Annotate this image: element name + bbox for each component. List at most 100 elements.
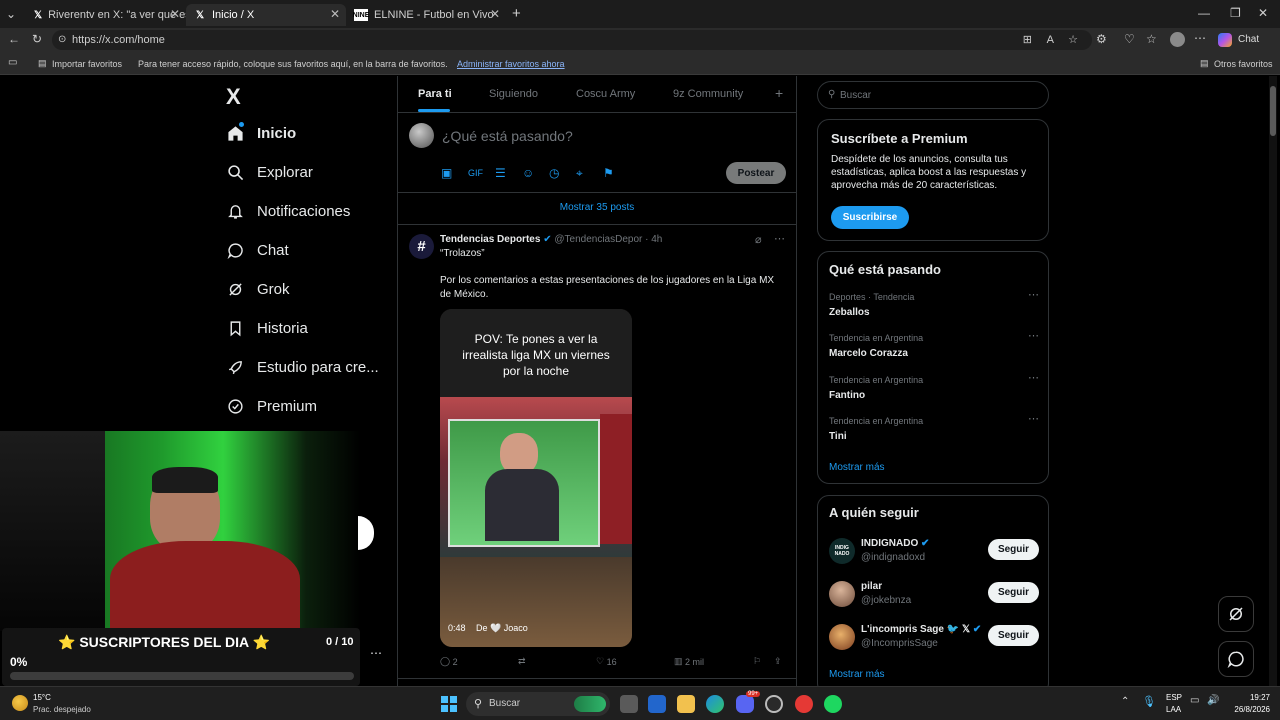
x-logo[interactable]: X [226, 84, 241, 110]
tweet-time[interactable]: · 4h [645, 234, 662, 245]
sidebar-item-explorar[interactable]: Explorar [226, 157, 313, 187]
more-icon[interactable]: ⋯ [1028, 288, 1039, 301]
discord-icon[interactable] [736, 695, 754, 713]
tab-actions-icon[interactable]: ⌄ [6, 7, 16, 21]
emoji-icon[interactable]: ☺ [522, 166, 536, 180]
tab-riverentv[interactable]: 𝕏 Riverentv en X: "a ver que es de la ✕ [26, 4, 186, 26]
refresh-icon[interactable]: ↻ [32, 32, 42, 46]
apps-icon[interactable]: ⊞ [1023, 30, 1032, 50]
window-close-icon[interactable]: ✕ [1258, 6, 1268, 20]
tweet-author-handle[interactable]: @TendenciasDepor [554, 234, 642, 245]
close-icon[interactable]: ✕ [490, 7, 500, 21]
trend-item[interactable]: Tendencia en Argentina Tini ⋯ [829, 413, 1039, 442]
chevron-up-icon[interactable]: ⌃ [1121, 696, 1129, 707]
read-aloud-icon[interactable]: A [1047, 30, 1054, 50]
add-tab-icon[interactable]: + [775, 85, 783, 101]
minimize-icon[interactable]: — [1198, 6, 1210, 20]
more-icon[interactable]: ⋯ [370, 646, 382, 660]
bookmark-icon[interactable]: ⚐ [753, 656, 761, 667]
weather-temp[interactable]: 15°C [33, 693, 51, 702]
microphone-icon[interactable]: 🎙 [1142, 695, 1156, 708]
follow-avatar[interactable]: INDIG NADO [829, 538, 855, 564]
repost-button[interactable]: ⇄ [518, 656, 526, 667]
follow-name[interactable]: L'incompris Sage 🐦 𝕏 ✔ [861, 624, 981, 635]
sidebar-item-chat[interactable]: Chat [226, 235, 289, 265]
show-more-posts[interactable]: Mostrar 35 posts [398, 202, 796, 213]
trend-item[interactable]: Tendencia en Argentina Marcelo Corazza ⋯ [829, 330, 1039, 359]
outlook-icon[interactable] [648, 695, 666, 713]
tab-elnine[interactable]: NINE ELNINE - Futbol en Vivo ✕ [346, 4, 506, 26]
share-icon[interactable]: ⇪ [774, 656, 782, 667]
follow-name[interactable]: INDIGNADO ✔ [861, 538, 929, 549]
grok-float-button[interactable] [1218, 596, 1254, 632]
edge-icon[interactable] [706, 695, 724, 713]
like-button[interactable]: ♡ 16 [596, 656, 617, 667]
follow-button[interactable]: Seguir [988, 582, 1039, 603]
sidebar-icon[interactable]: ▭ [8, 57, 17, 68]
follow-name[interactable]: pilar [861, 581, 882, 592]
more-icon[interactable]: ⋯ [1194, 31, 1206, 45]
follow-avatar[interactable] [829, 624, 855, 650]
user-avatar[interactable] [409, 123, 434, 148]
shield-icon[interactable]: ♡ [1124, 32, 1135, 46]
weather-icon[interactable] [12, 695, 28, 711]
tab-para-ti[interactable]: Para ti [418, 88, 452, 100]
more-icon[interactable]: ⋯ [1028, 412, 1039, 425]
follow-show-more[interactable]: Mostrar más [829, 669, 885, 680]
follow-button[interactable]: Seguir [988, 625, 1039, 646]
trends-show-more[interactable]: Mostrar más [829, 462, 885, 473]
follow-button[interactable]: Seguir [988, 539, 1039, 560]
subscribe-button[interactable]: Suscribirse [831, 206, 909, 229]
tab-9z-community[interactable]: 9z Community [673, 88, 743, 100]
manage-favorites-link[interactable]: Administrar favoritos ahora [457, 59, 565, 69]
import-favorites[interactable]: Importar favoritos [52, 59, 122, 69]
weather-desc[interactable]: Prac. despejado [33, 705, 91, 714]
poll-icon[interactable]: ☰ [495, 166, 509, 180]
composer-input[interactable]: ¿Qué está pasando? [442, 128, 573, 144]
post-button[interactable]: Postear [726, 162, 786, 184]
follow-avatar[interactable] [829, 581, 855, 607]
task-view-icon[interactable] [620, 695, 638, 713]
language-primary[interactable]: ESP [1166, 693, 1182, 702]
back-icon[interactable]: ← [8, 32, 20, 46]
tab-coscu-army[interactable]: Coscu Army [576, 88, 635, 100]
sidebar-item-notificaciones[interactable]: Notificaciones [226, 196, 350, 226]
url-field[interactable]: ⊙ https://x.com/home ⊞ A ☆ [52, 30, 1092, 50]
flag-icon[interactable]: ⚑ [603, 166, 617, 180]
grok-icon[interactable]: ⌀ [755, 233, 762, 246]
scrollbar-thumb[interactable] [1270, 86, 1276, 136]
more-icon[interactable]: ⋯ [1028, 329, 1039, 342]
gif-icon[interactable]: GIF [468, 168, 483, 182]
maximize-icon[interactable]: ❐ [1230, 6, 1241, 20]
windows-start-icon[interactable] [441, 696, 457, 712]
star-icon[interactable]: ☆ [1068, 30, 1078, 50]
sidebar-item-estudio[interactable]: Estudio para cre... [226, 352, 379, 382]
reply-button[interactable]: ◯ 2 [440, 656, 458, 667]
image-icon[interactable]: ▣ [441, 166, 455, 180]
language-secondary[interactable]: LAA [1166, 705, 1181, 714]
trend-item[interactable]: Deportes · Tendencia Zeballos ⋯ [829, 289, 1039, 318]
spotify-icon[interactable] [824, 695, 842, 713]
scrollbar[interactable] [1269, 76, 1277, 686]
views-button[interactable]: ▥ 2 mil [674, 656, 704, 667]
close-icon[interactable]: ✕ [170, 7, 180, 21]
other-favorites[interactable]: Otros favoritos [1214, 59, 1273, 69]
sidebar-item-inicio[interactable]: Inicio [226, 118, 296, 148]
network-icon[interactable]: ▭ [1190, 695, 1199, 706]
new-tab-icon[interactable]: + [512, 5, 521, 22]
chat-button[interactable]: Chat [1238, 34, 1259, 45]
steam-icon[interactable] [765, 695, 783, 713]
location-icon[interactable]: ⌖ [576, 166, 590, 180]
sidebar-item-grok[interactable]: Grok [226, 274, 290, 304]
tab-siguiendo[interactable]: Siguiendo [489, 88, 538, 100]
tab-inicio[interactable]: 𝕏 Inicio / X ✕ [186, 4, 346, 26]
tweet-author-name[interactable]: Tendencias Deportes [440, 234, 540, 245]
search-box[interactable]: ⚲ Buscar [817, 81, 1049, 109]
tweet-video[interactable]: POV: Te pones a ver la irrealista liga M… [440, 309, 632, 647]
clock-date[interactable]: 26/8/2026 [1220, 705, 1270, 714]
more-icon[interactable]: ⋯ [774, 232, 785, 245]
trend-item[interactable]: Tendencia en Argentina Fantino ⋯ [829, 372, 1039, 401]
favorites-icon[interactable]: ☆ [1146, 32, 1157, 46]
schedule-icon[interactable]: ◷ [549, 166, 563, 180]
extensions-icon[interactable]: ⚙ [1096, 32, 1107, 46]
